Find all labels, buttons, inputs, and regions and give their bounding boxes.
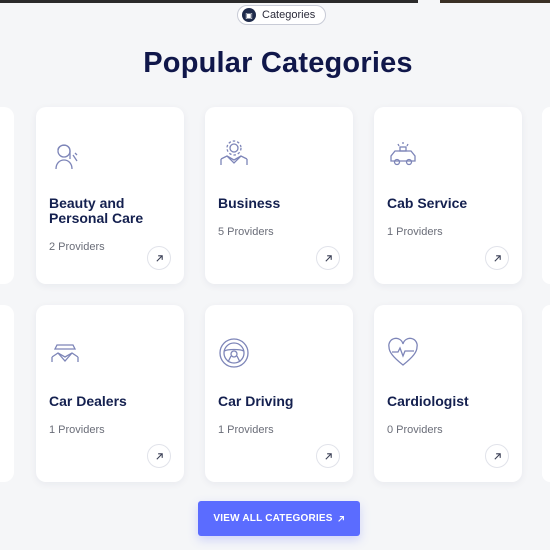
beauty-icon [55, 144, 78, 170]
provider-count: 5 Providers [218, 226, 274, 238]
heartbeat-icon [388, 337, 418, 366]
image-edge-right [440, 0, 550, 3]
category-name: Car Driving [218, 393, 294, 409]
category-name: Business [218, 195, 281, 211]
previous-section-strip [0, 0, 550, 3]
view-all-label: VIEW ALL CATEGORIES [213, 513, 333, 524]
category-card-car-driving[interactable]: Car Driving 1 Providers [205, 305, 353, 482]
open-category-button[interactable] [147, 444, 171, 468]
car-dealer-icon [51, 344, 79, 362]
arrow-up-right-icon [155, 452, 163, 460]
arrow-up-right-icon [155, 254, 163, 262]
arrow-up-right-icon [337, 515, 344, 522]
business-icon [220, 140, 248, 165]
open-category-button[interactable] [485, 246, 509, 270]
section-badge-label: Categories [262, 9, 316, 21]
category-name: Cardiologist [387, 393, 469, 409]
category-name: Cab Service [387, 195, 468, 211]
carousel-next-card-partial[interactable] [542, 305, 550, 482]
arrow-up-right-icon [324, 452, 332, 460]
steering-wheel-icon [219, 338, 249, 368]
category-card-cab-service[interactable]: Cab Service 1 Providers [374, 107, 522, 284]
open-category-button[interactable] [147, 246, 171, 270]
arrow-up-right-icon [493, 254, 501, 262]
page-title: Popular Categories [143, 47, 413, 79]
carousel-next-card-partial[interactable] [542, 107, 550, 284]
category-card-cardiologist[interactable]: Cardiologist 0 Providers [374, 305, 522, 482]
category-card-beauty[interactable]: Beauty and Personal Care 2 Providers [36, 107, 184, 284]
provider-count: 1 Providers [218, 424, 274, 436]
category-name: Beauty and Personal Care [49, 195, 144, 226]
provider-count: 0 Providers [387, 424, 443, 436]
open-category-button[interactable] [485, 444, 509, 468]
image-edge-left [0, 0, 418, 3]
carousel-prev-card-partial[interactable] [0, 305, 14, 482]
section-badge: ▣ Categories [237, 5, 327, 25]
carousel-prev-card-partial[interactable] [0, 107, 14, 284]
provider-count: 1 Providers [49, 424, 105, 436]
view-all-categories-button[interactable]: VIEW ALL CATEGORIES [198, 501, 360, 536]
category-card-car-dealers[interactable]: Car Dealers 1 Providers [36, 305, 184, 482]
category-name: Car Dealers [49, 393, 127, 409]
provider-count: 2 Providers [49, 241, 105, 253]
category-card-business[interactable]: Business 5 Providers [205, 107, 353, 284]
category-icon: ▣ [242, 8, 256, 22]
arrow-up-right-icon [493, 452, 501, 460]
cab-icon [390, 142, 416, 166]
provider-count: 1 Providers [387, 226, 443, 238]
open-category-button[interactable] [316, 444, 340, 468]
arrow-up-right-icon [324, 254, 332, 262]
open-category-button[interactable] [316, 246, 340, 270]
